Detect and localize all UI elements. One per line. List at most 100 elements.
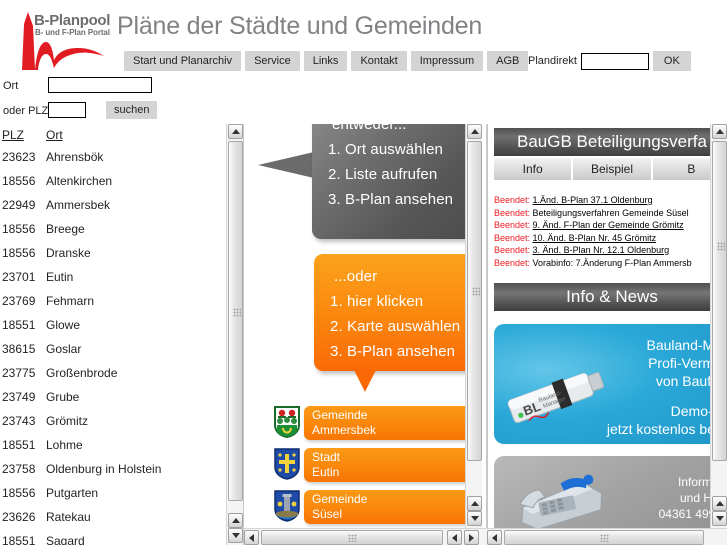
ort-label: Ort: [3, 80, 19, 92]
procedure-status: Beendet:: [494, 232, 531, 243]
procedure-item[interactable]: Beendet: 9. Änd. F-Plan der Gemeinde Grö…: [494, 219, 713, 232]
municipality-button-suesel[interactable]: Gemeinde Süsel: [304, 490, 470, 524]
crest-ammersbek-icon: [274, 406, 300, 439]
gray-callout-tail-icon: [258, 152, 314, 178]
procedure-item[interactable]: Beendet: Vorabinfo: 7.Änderung F-Plan Am…: [494, 257, 713, 270]
procedure-item[interactable]: Beendet: 10. Änd. B-Plan Nr. 45 Grömitz: [494, 232, 713, 245]
orange-callout-step-1: 1. hier klicken: [330, 293, 424, 310]
gray-callout: entweder... 1. Ort auswählen 2. Liste au…: [312, 124, 472, 239]
procedure-link[interactable]: Beteiligungsverfahren Gemeinde Süsel: [533, 208, 689, 218]
row-plz: 23701: [2, 270, 36, 284]
list-item[interactable]: 23626 Ratekau: [0, 505, 226, 529]
row-ort: Glowe: [46, 318, 81, 332]
scroll-up-icon[interactable]: [228, 124, 243, 139]
nav-item-impressum[interactable]: Impressum: [410, 51, 484, 71]
orange-callout-title: ...oder: [334, 268, 378, 285]
scroll-left-icon[interactable]: [244, 530, 259, 545]
list-item[interactable]: 23701 Eutin: [0, 265, 226, 289]
procedure-item[interactable]: Beendet: Beteiligungsverfahren Gemeinde …: [494, 207, 713, 220]
plandirekt-ok-button[interactable]: OK: [652, 51, 691, 71]
procedure-link[interactable]: 1.Änd. B-Plan 37.1 Oldenburg: [533, 195, 653, 205]
mid-hscrollbar[interactable]: [244, 528, 487, 545]
scroll-down-icon[interactable]: [712, 511, 727, 526]
nav-item-service[interactable]: Service: [245, 51, 300, 71]
scroll-grip-icon: [348, 534, 357, 542]
municipality-button-eutin[interactable]: Stadt Eutin: [304, 448, 470, 482]
row-plz: 22949: [2, 198, 36, 212]
plz-input[interactable]: [48, 102, 86, 118]
procedure-link[interactable]: 10. Änd. B-Plan Nr. 45 Grömitz: [533, 233, 657, 243]
list-item[interactable]: 18556 Dranske: [0, 241, 226, 265]
bauland-manager-ad[interactable]: BL Bauland- Manager Bauland-Ma Profi-Ver…: [494, 324, 713, 444]
municipality-type: Gemeinde: [312, 492, 368, 506]
procedure-link[interactable]: 9. Änd. F-Plan der Gemeinde Grömitz: [533, 220, 684, 230]
scroll-thumb[interactable]: [261, 530, 443, 545]
municipality-type: Gemeinde: [312, 408, 368, 422]
scroll-left-icon-2[interactable]: [447, 530, 462, 545]
main-content: PLZ Ort 23623 Ahrensbök 18556 Altenkirchen…: [0, 124, 727, 545]
list-item[interactable]: 18551 Glowe: [0, 313, 226, 337]
scroll-right-icon[interactable]: [464, 530, 479, 545]
procedure-link[interactable]: Vorabinfo: 7.Änderung F-Plan Ammersb: [533, 258, 692, 268]
ort-input[interactable]: [48, 77, 152, 93]
ort-list: PLZ Ort 23623 Ahrensbök 18556 Altenkirchen…: [0, 124, 226, 545]
list-item[interactable]: 23769 Fehmarn: [0, 289, 226, 313]
scroll-up-icon[interactable]: [712, 124, 727, 139]
procedure-item[interactable]: Beendet: 1.Änd. B-Plan 37.1 Oldenburg: [494, 194, 713, 207]
mid-vscrollbar[interactable]: [465, 124, 482, 528]
scroll-down-icon[interactable]: [228, 528, 243, 543]
list-item[interactable]: 18556 Putgarten: [0, 481, 226, 505]
list-item[interactable]: 23749 Grube: [0, 385, 226, 409]
list-item[interactable]: 23758 Oldenburg in Holstein: [0, 457, 226, 481]
plandirekt-group: Plandirekt OK: [528, 51, 691, 71]
site-logo[interactable]: B-Planpool B- und F-Plan Portal: [8, 2, 116, 74]
list-item[interactable]: 18556 Altenkirchen: [0, 169, 226, 193]
tab-b[interactable]: B: [652, 158, 713, 180]
orange-callout[interactable]: ...oder 1. hier klicken 2. Karte auswähl…: [314, 254, 472, 371]
procedure-link[interactable]: 3. Änd. B-Plan Nr. 12.1 Oldenburg: [533, 245, 670, 255]
municipality-button-ammersbek[interactable]: Gemeinde Ammersbek: [304, 406, 470, 440]
list-item[interactable]: 18556 Breege: [0, 217, 226, 241]
list-item[interactable]: 22949 Ammersbek: [0, 193, 226, 217]
municipality-row-suesel[interactable]: Gemeinde Süsel: [274, 490, 470, 524]
ad-blue-line-4: Demo-V: [670, 403, 713, 419]
tab-info[interactable]: Info: [494, 158, 572, 180]
row-ort: Ahrensbök: [46, 150, 104, 164]
scroll-thumb[interactable]: [504, 530, 704, 545]
ad-gray-line-3: 04361 4995: [658, 507, 713, 521]
nav-item-start-planarchiv[interactable]: Start und Planarchiv: [124, 51, 242, 71]
scroll-up-icon[interactable]: [467, 124, 482, 139]
list-item[interactable]: 23743 Grömitz: [0, 409, 226, 433]
tab-beispiel[interactable]: Beispiel: [573, 158, 651, 180]
scroll-down-icon[interactable]: [467, 511, 482, 526]
list-item[interactable]: 18551 Sagard: [0, 529, 226, 545]
list-item[interactable]: 38615 Goslar: [0, 337, 226, 361]
right-vscrollbar[interactable]: [710, 124, 727, 528]
ad-blue-line-1: Bauland-Ma: [646, 337, 714, 353]
row-plz: 18556: [2, 486, 36, 500]
scroll-left-icon[interactable]: [487, 530, 502, 545]
scroll-thumb[interactable]: [712, 141, 727, 461]
nav-item-links[interactable]: Links: [303, 51, 348, 71]
list-item[interactable]: 23623 Ahrensbök: [0, 145, 226, 169]
scroll-thumb[interactable]: [467, 141, 482, 461]
list-vscrollbar[interactable]: [226, 124, 243, 545]
right-hscrollbar[interactable]: [487, 528, 727, 545]
list-item[interactable]: 18551 Lohme: [0, 433, 226, 457]
plandirekt-input[interactable]: [580, 52, 649, 70]
column-header-plz[interactable]: PLZ: [0, 128, 46, 142]
column-header-ort[interactable]: Ort: [46, 128, 63, 142]
municipality-row-eutin[interactable]: Stadt Eutin: [274, 448, 470, 482]
scroll-up-icon-2[interactable]: [467, 496, 482, 511]
scroll-thumb[interactable]: [228, 141, 243, 501]
nav-item-agb[interactable]: AGB: [487, 51, 529, 71]
row-plz: 18556: [2, 246, 36, 260]
list-item[interactable]: 23775 Großenbrode: [0, 361, 226, 385]
procedure-item[interactable]: Beendet: 3. Änd. B-Plan Nr. 12.1 Oldenbu…: [494, 244, 713, 257]
row-plz: 18551: [2, 534, 36, 545]
municipality-row-ammersbek[interactable]: Gemeinde Ammersbek: [274, 406, 470, 440]
scroll-up-icon-2[interactable]: [712, 496, 727, 511]
suchen-button[interactable]: suchen: [106, 101, 158, 119]
scroll-up-icon-2[interactable]: [228, 513, 243, 528]
nav-item-kontakt[interactable]: Kontakt: [351, 51, 407, 71]
